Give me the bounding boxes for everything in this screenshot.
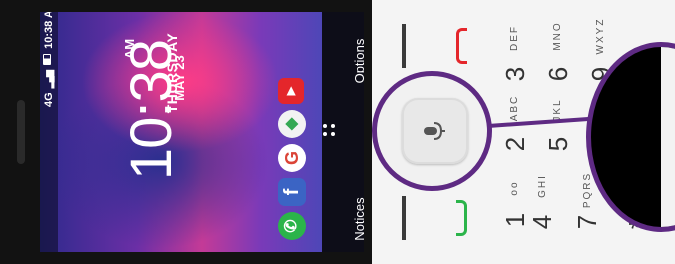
network-label: 4G — [43, 92, 55, 107]
facebook-icon[interactable]: f — [278, 178, 306, 206]
whatsapp-icon[interactable]: ✆ — [278, 212, 306, 240]
app-glyph: ▶ — [285, 86, 297, 96]
key-2[interactable]: 2 — [500, 134, 530, 154]
voice-key[interactable] — [402, 98, 468, 164]
maps-icon[interactable]: ◆ — [278, 110, 306, 138]
earpiece — [17, 100, 25, 164]
softkey-notices[interactable]: Notices — [351, 181, 364, 252]
app-glyph: f — [281, 188, 303, 196]
battery-icon — [43, 53, 51, 65]
menu-dots-icon[interactable] — [322, 123, 336, 137]
youtube-icon[interactable]: ▶ — [278, 78, 304, 104]
status-time: 10:38 AM — [43, 12, 55, 49]
key-4[interactable]: 4 — [527, 212, 557, 232]
signal-bars-icon: ▂▄▆ — [44, 71, 54, 89]
clock-date: MAY 23 — [172, 55, 187, 101]
phone-photo: 4G ▂▄▆ 10:38 AM AM 10:38 THURSDAY MAY 23… — [0, 0, 675, 264]
magnifier-callout — [372, 71, 492, 191]
call-key[interactable] — [456, 200, 467, 236]
app-glyph: ✆ — [283, 219, 300, 233]
softkey-options[interactable]: Options — [351, 25, 364, 97]
status-indicators: 4G ▂▄▆ 10:38 AM — [42, 12, 56, 107]
key-6[interactable]: 6 — [543, 64, 573, 84]
key-3-letters: DEF — [509, 25, 520, 51]
end-call-key[interactable] — [456, 28, 467, 64]
key-2-letters: ABC — [509, 94, 520, 122]
key-9-letters: WXYZ — [595, 17, 606, 55]
microphone-icon — [424, 122, 445, 140]
zoom-keypad-edge — [661, 47, 675, 227]
key-1-letters: oo — [509, 180, 520, 196]
key-6-letters: MNO — [552, 21, 563, 51]
google-icon[interactable]: G — [278, 144, 306, 172]
key-3[interactable]: 3 — [500, 64, 530, 84]
key-7[interactable]: 7 — [572, 212, 602, 232]
lock-screen: 4G ▂▄▆ 10:38 AM AM 10:38 THURSDAY MAY 23… — [40, 12, 364, 252]
app-glyph: ◆ — [283, 117, 300, 131]
phone-bezel: 4G ▂▄▆ 10:38 AM AM 10:38 THURSDAY MAY 23… — [0, 0, 372, 264]
key-5[interactable]: 5 — [543, 134, 573, 154]
key-4-letters: GHI — [537, 174, 548, 198]
app-glyph: G — [282, 151, 302, 166]
key-1[interactable]: 1 — [500, 210, 530, 230]
